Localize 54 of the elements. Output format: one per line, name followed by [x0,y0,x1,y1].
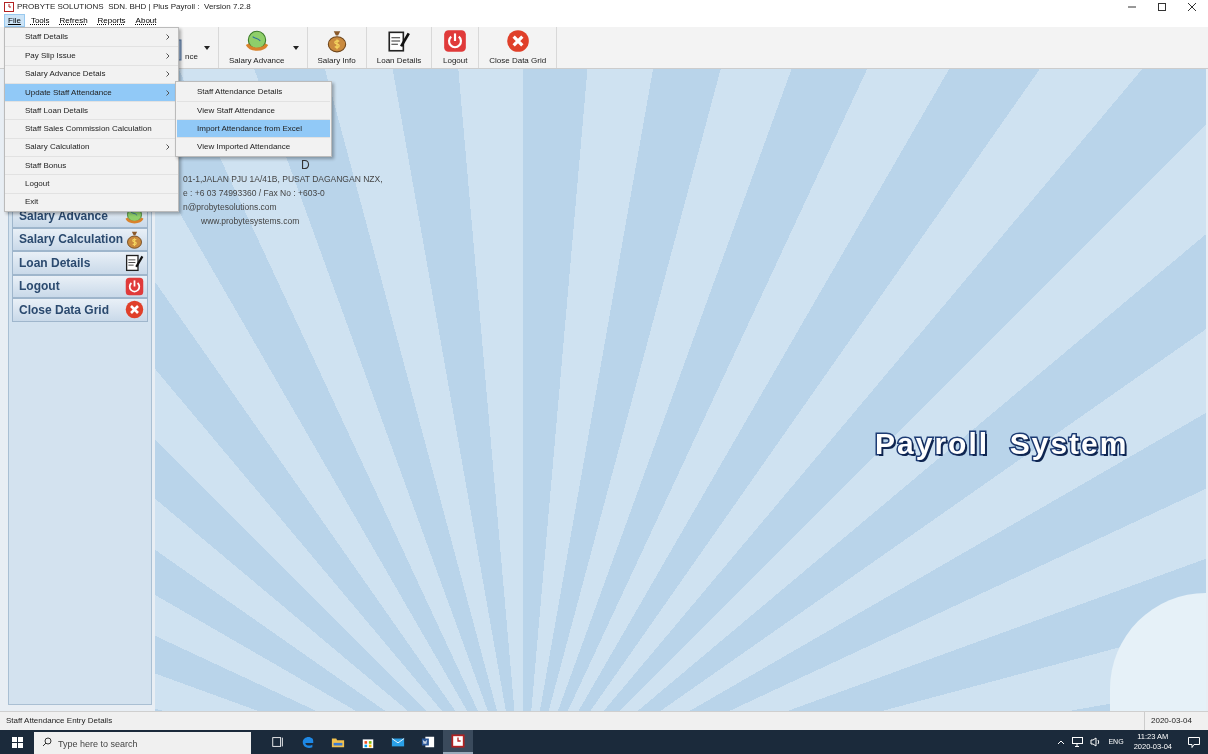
notification-icon[interactable] [1188,736,1200,748]
menu-item[interactable]: Reports [93,14,130,27]
company-info-line: 01-1,JALAN PJU 1A/41B, PUSAT DAGANGAN NZX, [183,173,383,186]
menu-item[interactable]: Staff Bonus [5,156,178,175]
toolbar-button[interactable]: Salary Info [315,26,358,69]
maximize-icon[interactable] [1158,3,1166,11]
status-message: Staff Attendance Entry Details [5,715,113,727]
menu-item[interactable]: Update Staff Attendance [5,82,178,102]
close-icon[interactable] [1188,3,1196,11]
taskbar-app[interactable] [443,730,473,754]
window-title: PROBYTE SOLUTIONS SDN. BHD | Plus Payroll : Version 7.2.8 [17,1,251,13]
company-info-line: e : +6 03 74993360 / Fax No : +603-0 [183,187,325,200]
windows-logo-icon [11,736,23,748]
chevron-up-icon[interactable] [1057,739,1066,745]
toolbar-button[interactable]: Logout [440,26,471,69]
dropdown-caret-icon[interactable] [203,45,210,50]
speaker-icon[interactable] [1090,737,1102,747]
payroll-system-logo: Payroll System [875,426,1129,462]
search-field[interactable]: Type here to search [34,732,251,754]
menu-item[interactable]: View Imported Attendance [177,137,330,155]
menu-item[interactable]: Staff Attendance Details [177,83,330,101]
toolbar-button[interactable]: Loan Details [374,26,424,69]
menu-item[interactable]: Exit [5,192,178,211]
minimize-icon[interactable] [1128,3,1136,11]
toolbar-button[interactable]: Close Data Grid [487,26,549,69]
menu-item[interactable]: Import Attendance from Excel [177,119,330,137]
menu-item[interactable]: About [131,14,161,27]
network-icon[interactable] [1072,737,1084,747]
toolbar-button[interactable]: Salary Advance [226,26,287,69]
document-pen-icon [124,252,145,274]
menu-item[interactable]: Refresh [55,14,92,27]
search-icon [42,737,52,747]
menu-item[interactable]: Salary Advance Detais [5,64,178,83]
globe-icon [243,28,270,54]
website-text: www.probytesystems.com [201,215,300,228]
menu-item[interactable]: Pay Slip Issue [5,46,178,65]
task-view-icon [271,735,285,749]
company-info-line: n@probytesolutions.com [183,201,277,214]
sidebar-button[interactable]: Close Data Grid [12,298,148,322]
menu-item[interactable]: File [4,14,25,27]
company-name-fragment: D [301,159,310,172]
dropdown-caret-icon[interactable] [292,45,299,50]
power-icon [124,275,145,297]
payroll-app-icon [451,734,465,748]
browser-icon [301,735,315,749]
mail-icon [391,735,405,749]
sidebar-button[interactable]: Salary Calculation [12,227,148,251]
menu-item[interactable]: Tools [26,14,54,27]
menu-item[interactable]: Logout [5,174,178,193]
word-document-icon [421,735,435,749]
menu-item[interactable]: Staff Details [5,28,178,47]
sidebar-button[interactable]: Loan Details [12,251,148,275]
close-icon [124,299,145,321]
sidebar-button[interactable]: Logout [12,274,148,298]
